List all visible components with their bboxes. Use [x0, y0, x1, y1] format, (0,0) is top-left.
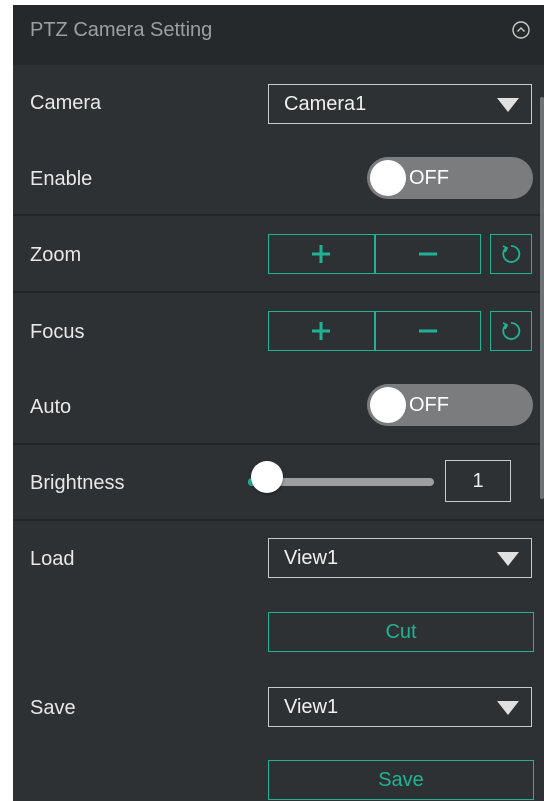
chevron-up-circle-icon[interactable] — [512, 21, 530, 39]
dropdown-arrow-icon — [497, 98, 519, 112]
focus-out-button[interactable] — [373, 312, 481, 350]
dropdown-arrow-icon — [497, 701, 519, 715]
save-button[interactable]: Save — [268, 760, 534, 800]
plus-icon — [312, 245, 331, 263]
divider — [13, 519, 544, 521]
toggle-knob — [370, 387, 406, 423]
divider — [13, 214, 544, 216]
save-label: Save — [30, 697, 76, 719]
load-label: Load — [30, 548, 75, 570]
camera-select[interactable]: Camera1 — [268, 84, 532, 124]
dropdown-arrow-icon — [497, 552, 519, 566]
scrollbar[interactable] — [540, 97, 544, 499]
brightness-label: Brightness — [30, 472, 125, 494]
minus-icon — [418, 252, 437, 256]
reset-icon — [502, 322, 521, 340]
auto-label: Auto — [30, 396, 72, 418]
load-view-select[interactable]: View1 — [268, 538, 532, 578]
auto-toggle-state: OFF — [409, 394, 449, 416]
save-select-value: View1 — [284, 696, 339, 718]
zoom-out-button[interactable] — [373, 235, 481, 273]
toggle-knob — [370, 160, 406, 196]
enable-label: Enable — [30, 168, 93, 190]
zoom-in-button[interactable] — [269, 235, 374, 273]
zoom-label: Zoom — [30, 244, 82, 266]
ptz-camera-panel: PTZ Camera Setting Camera Camera1 Enable… — [13, 5, 544, 801]
enable-toggle-state: OFF — [409, 167, 449, 189]
zoom-controls — [268, 234, 481, 274]
panel-header: PTZ Camera Setting — [13, 5, 544, 65]
minus-icon — [418, 329, 437, 333]
save-view-select[interactable]: View1 — [268, 687, 532, 727]
focus-reset-button[interactable] — [490, 311, 532, 351]
load-select-value: View1 — [284, 547, 339, 569]
focus-in-button[interactable] — [269, 312, 374, 350]
divider — [13, 291, 544, 293]
auto-toggle[interactable]: OFF — [367, 384, 533, 426]
camera-label: Camera — [30, 92, 102, 114]
brightness-slider-thumb[interactable] — [250, 461, 283, 493]
reset-icon — [502, 245, 521, 263]
focus-label: Focus — [30, 321, 85, 343]
brightness-value-input[interactable]: 1 — [445, 460, 511, 502]
camera-select-value: Camera1 — [284, 93, 367, 115]
plus-icon — [312, 322, 331, 340]
cut-button[interactable]: Cut — [268, 612, 534, 652]
zoom-reset-button[interactable] — [490, 234, 532, 274]
divider — [13, 443, 544, 445]
panel-title: PTZ Camera Setting — [30, 19, 213, 41]
enable-toggle[interactable]: OFF — [367, 157, 533, 199]
focus-controls — [268, 311, 481, 351]
